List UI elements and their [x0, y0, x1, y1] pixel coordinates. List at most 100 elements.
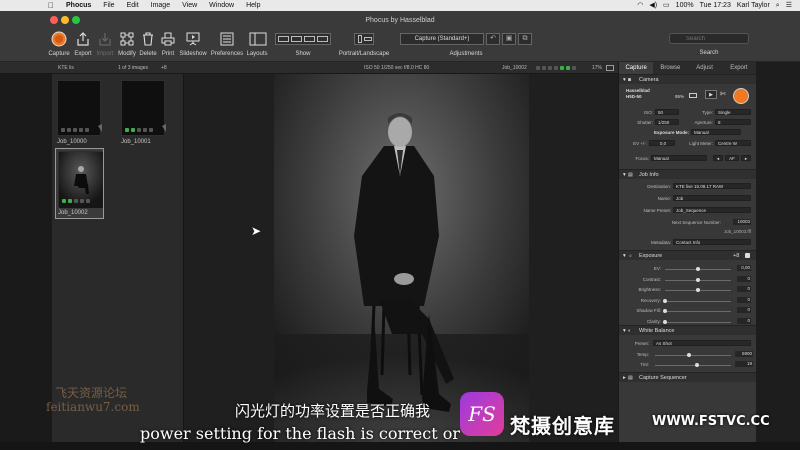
temp-slider-knob[interactable] — [687, 353, 692, 357]
live-view-icon[interactable]: ▶ — [705, 90, 717, 99]
rating-dots[interactable] — [536, 66, 576, 70]
menu-image[interactable]: Image — [145, 0, 176, 11]
minimize-window-button[interactable] — [61, 16, 69, 24]
job-name-field[interactable]: Job — [673, 195, 751, 201]
exposure-row-slider[interactable] — [665, 277, 731, 282]
iso-select[interactable]: 50 — [655, 109, 679, 115]
disclosure-open-icon[interactable]: ▾ — [623, 251, 626, 261]
browser-options-icon[interactable]: +8 — [161, 62, 167, 74]
exposure-row-slider-knob[interactable] — [696, 288, 700, 292]
delete-button[interactable]: Delete — [138, 30, 158, 57]
search-input[interactable] — [669, 33, 749, 44]
layouts-button[interactable]: Layouts — [245, 30, 269, 57]
orientation-button[interactable]: Portrait/Landscape — [336, 30, 392, 57]
menu-view[interactable]: View — [176, 0, 203, 11]
show-mode-icons[interactable] — [275, 33, 331, 45]
exposure-row-slider-knob[interactable] — [663, 319, 667, 324]
tint-slider-knob[interactable] — [694, 363, 699, 367]
exposure-row-value[interactable]: 0 — [737, 317, 751, 324]
menu-clock[interactable]: Tue 17:23 — [700, 0, 731, 11]
camera-section-header[interactable]: ▾ ◙ Camera — [619, 74, 757, 84]
temp-value[interactable]: 5900 — [735, 351, 753, 357]
tools-icon[interactable]: ✄ — [720, 90, 726, 98]
exposure-row-value[interactable]: 0 — [737, 275, 751, 282]
preferences-button[interactable]: Preferences — [210, 30, 244, 57]
show-thumbs-icon[interactable] — [291, 36, 302, 42]
menu-user[interactable]: Karl Taylor — [737, 0, 770, 11]
exposure-mode-select[interactable]: Manual — [691, 129, 741, 135]
remote-capture-button[interactable] — [733, 88, 749, 104]
disclosure-closed-icon[interactable]: ▸ — [623, 373, 626, 383]
exposure-row-slider[interactable] — [663, 298, 731, 303]
exposure-row-value[interactable]: 0,00 — [737, 265, 751, 271]
aperture-select[interactable]: 8 — [715, 119, 751, 125]
apple-icon[interactable]:  — [0, 0, 60, 11]
exposure-row-value[interactable]: 0 — [737, 286, 751, 292]
print-button[interactable]: Print — [158, 30, 178, 57]
disclosure-open-icon[interactable]: ▾ — [623, 170, 626, 180]
exposure-row-slider-knob[interactable] — [696, 267, 700, 271]
exposure-row-slider-knob[interactable] — [696, 277, 700, 282]
focus-mode-select[interactable]: Manual — [651, 155, 707, 161]
compare-icon[interactable]: ▣ — [502, 33, 516, 45]
exposure-row-slider[interactable] — [663, 309, 731, 313]
menu-window[interactable]: Window — [203, 0, 240, 11]
thumbnail-item[interactable]: Job_10000 — [57, 80, 103, 145]
notification-icon[interactable]: ☰ — [786, 0, 792, 11]
temp-slider[interactable] — [655, 353, 731, 357]
exposure-row-slider[interactable] — [665, 267, 731, 271]
white-balance-section-header[interactable]: ▾ ◐ White Balance — [619, 325, 757, 335]
menu-help[interactable]: Help — [240, 0, 266, 11]
ev-stepper[interactable]: 0,0 — [649, 140, 675, 146]
job-info-section-header[interactable]: ▾ ▤ Job Info — [619, 169, 757, 179]
focus-near-button[interactable]: ◂ — [713, 155, 723, 161]
tint-value[interactable]: 19 — [735, 361, 753, 367]
image-viewer[interactable]: ➤ — [184, 74, 618, 442]
import-button[interactable]: Import — [94, 30, 116, 57]
show-single-icon[interactable] — [278, 36, 289, 42]
exposure-row-slider-knob[interactable] — [663, 309, 667, 313]
thumbnail-item-selected[interactable]: Job_10002 — [55, 148, 104, 219]
fit-icon[interactable] — [606, 65, 614, 71]
focus-far-button[interactable]: ▸ — [741, 155, 751, 161]
disclosure-open-icon[interactable]: ▾ — [623, 75, 626, 85]
tint-slider[interactable] — [655, 363, 731, 367]
folder-name[interactable]: KTE lis — [58, 62, 74, 74]
shutter-select[interactable]: 1/250 — [655, 119, 679, 125]
zoom-level[interactable]: 17% — [592, 62, 602, 74]
modify-button[interactable]: Modify — [116, 30, 138, 57]
menu-app-name[interactable]: Phocus — [60, 0, 97, 11]
menu-edit[interactable]: Edit — [121, 0, 145, 11]
show-button-group[interactable]: Show — [274, 30, 332, 57]
undo-icon[interactable]: ↶ — [486, 33, 500, 45]
zoom-window-button[interactable] — [72, 16, 80, 24]
disclosure-open-icon[interactable]: ▾ — [623, 326, 626, 336]
tab-browse[interactable]: Browse — [653, 62, 687, 74]
exposure-enable-checkbox[interactable] — [745, 253, 750, 258]
menu-file[interactable]: File — [97, 0, 120, 11]
wifi-icon[interactable]: ◠ — [637, 0, 643, 11]
name-preset-select[interactable]: Job_Sequence — [673, 207, 751, 213]
capture-sequencer-section-header[interactable]: ▸ ▤ Capture Sequencer — [619, 372, 757, 382]
tab-adjust[interactable]: Adjust — [688, 62, 722, 74]
copy-icon[interactable]: ⧉ — [518, 33, 532, 45]
exposure-row-value[interactable]: 0 — [737, 296, 751, 303]
volume-icon[interactable]: ◀) — [649, 0, 657, 11]
exposure-row-value[interactable]: 0 — [737, 307, 751, 313]
exposure-row-slider[interactable] — [665, 288, 731, 292]
exposure-row-slider[interactable] — [663, 319, 731, 324]
capture-button[interactable]: Capture — [48, 30, 70, 57]
light-meter-select[interactable]: Centre W — [715, 140, 751, 146]
battery-icon[interactable]: ▭ — [663, 0, 670, 11]
export-button[interactable]: Export — [72, 30, 94, 57]
tab-export[interactable]: Export — [722, 62, 756, 74]
slideshow-button[interactable]: Slideshow — [178, 30, 208, 57]
search-spotlight-icon[interactable]: ⌕ — [776, 0, 780, 11]
show-compare-icon[interactable] — [317, 36, 328, 42]
close-window-button[interactable] — [50, 16, 58, 24]
exposure-section-header[interactable]: ▾ ☼ Exposure +8 — [619, 250, 757, 260]
show-list-icon[interactable] — [304, 36, 315, 42]
autofocus-button[interactable]: AF — [725, 155, 739, 161]
tab-capture[interactable]: Capture — [619, 62, 654, 74]
drive-type-select[interactable]: Single — [715, 109, 751, 115]
